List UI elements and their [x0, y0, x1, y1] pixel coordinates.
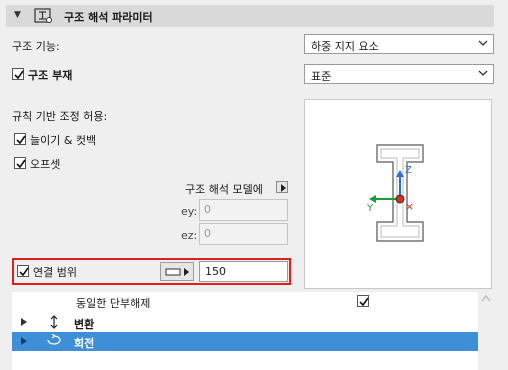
ez-label: ez: [181, 229, 198, 242]
ey-label: ey: [181, 205, 198, 218]
connection-range-input[interactable]: 150 [199, 261, 288, 282]
axis-y-label: Y [367, 203, 374, 214]
extend-trim-checkbox[interactable] [14, 133, 26, 145]
rectangle-shape-icon [165, 266, 191, 281]
release-list: 동일한 단부해제 변환 회전 [12, 292, 478, 370]
collapse-triangle-icon[interactable]: ▼ [14, 10, 21, 20]
list-item[interactable]: 동일한 단부해제 [12, 293, 478, 310]
translate-arrow-icon [50, 315, 58, 332]
chevron-down-icon [478, 68, 488, 81]
section-preview: Z Y × [304, 99, 492, 289]
chevron-down-icon [478, 38, 488, 51]
offset-checkbox[interactable] [14, 157, 26, 169]
list-item-label: 동일한 단부해제 [76, 297, 151, 310]
same-end-release-checkbox[interactable] [357, 295, 369, 307]
axis-x-label: × [405, 200, 415, 213]
structural-analysis-icon [34, 8, 54, 27]
list-item[interactable]: 변환 [12, 314, 478, 331]
structural-member-value: 표준 [311, 70, 332, 83]
list-item-label: 변환 [74, 318, 95, 331]
rule-based-label: 규칙 기반 조정 허용: [12, 110, 108, 123]
structural-member-select[interactable]: 표준 [304, 64, 494, 84]
panel-title: 구조 해석 파라미터 [64, 11, 153, 24]
rotate-icon [45, 333, 63, 351]
offset-label: 오프셋 [30, 158, 61, 171]
extend-trim-label: 늘이기 & 컷백 [30, 134, 97, 147]
analytical-model-arrow-button[interactable] [276, 181, 288, 193]
axis-z-label: Z [405, 165, 412, 176]
ey-value: 0 [204, 203, 211, 216]
structural-function-value: 하중 지지 요소 [311, 40, 379, 53]
connection-range-type-button[interactable] [160, 262, 194, 281]
ez-input[interactable]: 0 [199, 223, 288, 245]
ey-input[interactable]: 0 [199, 199, 288, 221]
list-item-label: 회전 [74, 337, 95, 350]
expand-triangle-icon[interactable] [21, 336, 27, 349]
analytical-model-label: 구조 해석 모델에 [185, 183, 263, 196]
scroll-up-icon[interactable] [481, 294, 491, 305]
structural-member-checkbox[interactable] [12, 68, 24, 80]
list-item-selected[interactable]: 회전 [12, 332, 478, 351]
connection-range-checkbox[interactable] [17, 265, 29, 277]
structural-function-label: 구조 기능: [12, 40, 60, 53]
connection-range-label: 연결 범위 [33, 266, 77, 279]
structural-member-label: 구조 부재 [28, 69, 73, 82]
structural-function-select[interactable]: 하중 지지 요소 [304, 34, 494, 54]
i-beam-section-drawing [369, 144, 424, 242]
expand-triangle-icon[interactable] [21, 317, 27, 330]
connection-range-value: 150 [205, 265, 226, 278]
ez-value: 0 [204, 227, 211, 240]
panel-header[interactable]: ▼ 구조 해석 파라미터 [6, 5, 494, 27]
